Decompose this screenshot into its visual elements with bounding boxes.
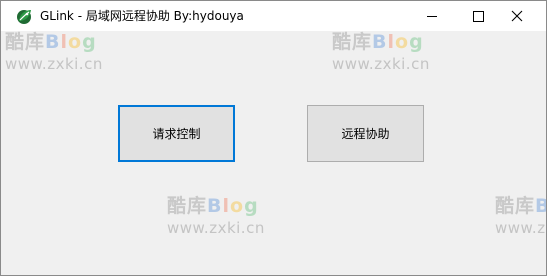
remote-assist-button[interactable]: 远程协助 <box>307 105 424 162</box>
minimize-button[interactable] <box>409 1 455 31</box>
close-button[interactable] <box>500 1 546 31</box>
maximize-button[interactable] <box>455 1 501 31</box>
window-title: GLink - 局域网远程协助 By:hydouya <box>40 9 244 23</box>
request-control-button[interactable]: 请求控制 <box>118 105 235 162</box>
close-icon <box>511 10 523 22</box>
maximize-icon <box>473 11 484 22</box>
main-panel: 请求控制 远程协助 <box>1 31 546 275</box>
title-bar[interactable]: GLink - 局域网远程协助 By:hydouya <box>1 1 546 31</box>
app-window: GLink - 局域网远程协助 By:hydouya 请求控制 远程协助 酷库B… <box>0 0 547 276</box>
app-leaf-icon <box>14 6 34 26</box>
minimize-icon <box>427 16 437 17</box>
